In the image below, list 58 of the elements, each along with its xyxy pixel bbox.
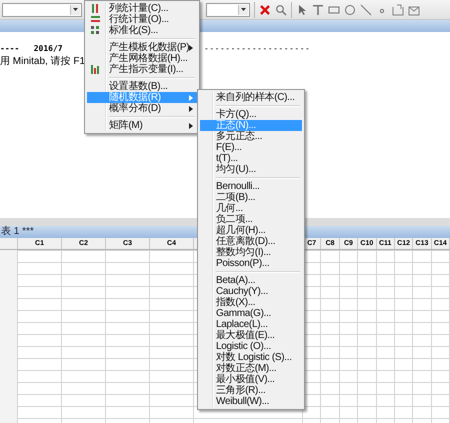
dropdown-field[interactable] [2,2,82,16]
menu-item[interactable]: 设置基数(B)... [87,81,197,92]
menu-item[interactable]: 对数正态(M)... [200,363,302,374]
menu-item[interactable]: Logistic (O)... [200,341,302,352]
menu-item[interactable]: 均匀(U)... [200,164,302,175]
frame-tool-icon[interactable] [392,4,404,16]
menu-item[interactable]: 负二项... [200,214,302,225]
dropdown-arrow-icon [73,8,78,11]
submenu-arrow-icon [189,122,193,128]
envelope-tool-icon[interactable] [408,4,420,16]
menu-item[interactable]: 对数 Logistic (S)... [200,352,302,363]
menu-item[interactable]: 卡方(Q)... [200,109,302,120]
menu-item[interactable]: 最大极值(E)... [200,330,302,341]
menu-item[interactable]: 产生网格数据(H)... [87,53,197,64]
menu-item[interactable]: 超几何(H)... [200,225,302,236]
ellipse-tool-icon[interactable] [344,4,356,16]
pointer-icon[interactable] [296,4,308,16]
indicator-bars-icon [90,64,101,75]
submenu-arrow-icon [189,44,194,50]
menu-item[interactable]: 三角形(R)... [200,385,302,396]
menu-item[interactable]: F(E)... [200,142,302,153]
rectangle-tool-icon[interactable] [328,4,340,16]
grid-dots-icon [90,25,101,36]
menu-item[interactable]: 矩阵(M) [87,120,197,131]
menu-item[interactable]: Bernoulli... [200,181,302,192]
menu-item[interactable]: 列统计量(C)... [87,3,197,14]
menu-item[interactable]: 任意离散(D)... [200,236,302,247]
menu-item[interactable]: Weibull(W)... [200,396,302,407]
menu-item[interactable]: Poisson(P)... [200,258,302,269]
menu-item[interactable]: Gamma(G)... [200,308,302,319]
session-text: 用 Minitab, 请按 F1 [0,54,84,68]
menu-item[interactable]: t(T)... [200,153,302,164]
menu-item[interactable]: Laplace(L)... [200,319,302,330]
menu-item[interactable]: 最小极值(V)... [200,374,302,385]
menu-item[interactable]: Cauchy(Y)... [200,286,302,297]
line-tool-icon[interactable] [360,4,372,16]
menu-item[interactable]: 几何... [200,203,302,214]
search-icon[interactable] [275,4,287,16]
worksheet-title: 表 1 *** [1,226,34,238]
menu-item[interactable]: 标准化(S)... [87,25,197,36]
session-text: -------------------- [204,44,312,52]
menu-item[interactable]: 指数(X)... [200,297,302,308]
menu-item[interactable]: 多元正态... [200,131,302,142]
menu-item[interactable]: 产生指示变量(I)... [87,64,197,75]
menu-item[interactable]: 二项(B)... [200,192,302,203]
dropdown-arrow-icon [241,8,246,11]
menu-item[interactable]: 产生模板化数据(P) [87,42,197,53]
menu-item[interactable]: 概率分布(D) [87,103,197,114]
menu-item[interactable]: 行统计量(O)... [87,14,197,25]
close-icon[interactable] [259,4,271,16]
text-tool-icon[interactable] [312,4,324,16]
menu-item[interactable]: Beta(A)... [200,275,302,286]
dropdown-field[interactable] [206,2,250,16]
menu-item[interactable]: 来自列的样本(C)... [200,92,302,103]
session-text: ---- 2016/7 [0,44,64,52]
column-bars-icon [90,3,101,14]
menu-item[interactable]: 整数均匀(I)... [200,247,302,258]
row-bars-icon [90,14,101,25]
